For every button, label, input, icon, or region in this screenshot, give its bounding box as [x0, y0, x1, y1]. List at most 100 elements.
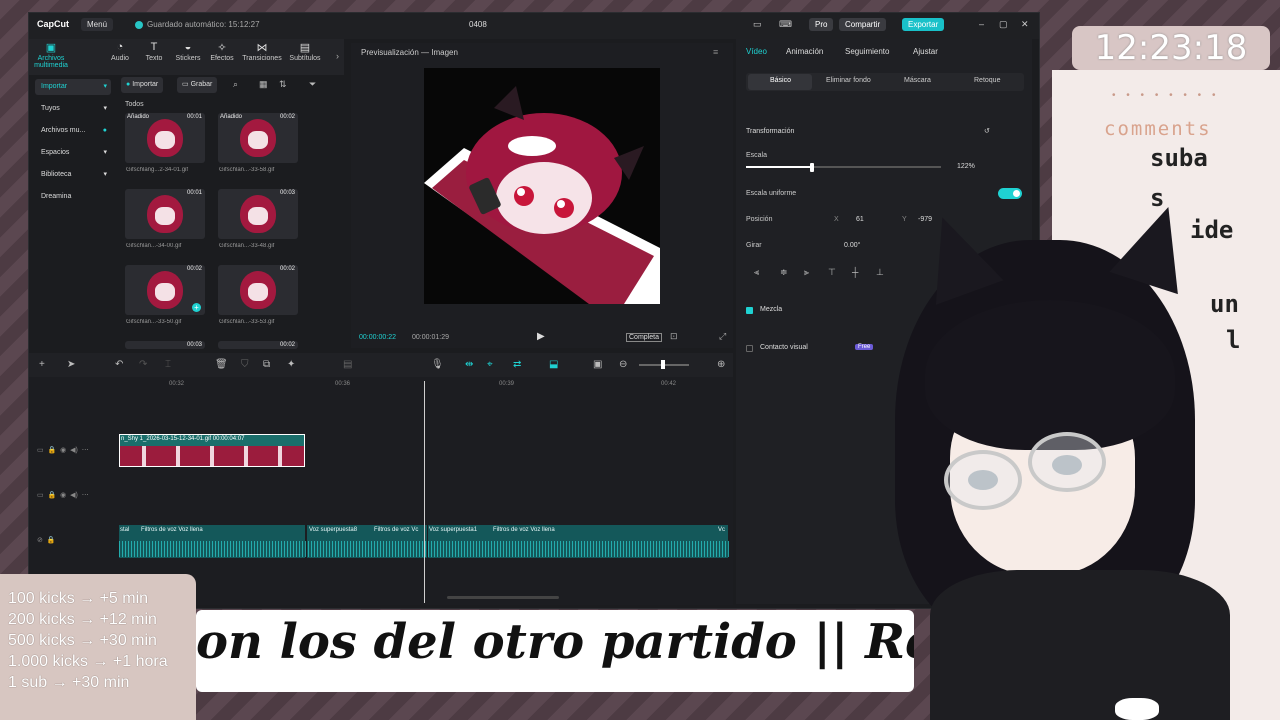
autosave-status: Guardado automático: 15:12:27: [147, 20, 260, 29]
blend-label[interactable]: Mezcla: [760, 306, 782, 313]
rotate-input[interactable]: 0.00°: [844, 242, 860, 249]
banner-text: on los del otro partido || Rea: [196, 614, 914, 670]
media-item[interactable]: Añadido 00:02: [218, 113, 298, 163]
align-center-icon[interactable]: ≑: [780, 267, 788, 278]
scale-value[interactable]: 122%: [957, 163, 975, 170]
caption-icon[interactable]: ▤: [343, 359, 352, 370]
chevron-down-icon: ▾: [103, 149, 107, 156]
export-button[interactable]: Exportar: [902, 18, 945, 31]
close-icon[interactable]: ✕: [1021, 19, 1029, 30]
fit-icon[interactable]: ⊡: [670, 331, 678, 342]
uniform-scale-toggle[interactable]: [998, 188, 1022, 199]
tool-text[interactable]: T Texto: [135, 41, 173, 62]
subtab-basic[interactable]: Básico: [770, 77, 791, 84]
track-controls[interactable]: ⊘ 🔒: [37, 536, 55, 544]
playhead[interactable]: [424, 381, 425, 603]
media-item[interactable]: 00:03: [125, 341, 205, 349]
menu-button[interactable]: Menú: [81, 18, 114, 31]
media-item[interactable]: 00:02: [218, 265, 298, 315]
aspect-ratio-select[interactable]: Completa: [626, 333, 662, 342]
split-icon[interactable]: ⌶: [165, 359, 171, 370]
pro-button[interactable]: Pro: [809, 18, 834, 31]
section-transform[interactable]: Transformación: [746, 128, 794, 135]
import-button[interactable]: ● Importar: [121, 77, 164, 93]
align-left-icon[interactable]: ⫷: [754, 267, 759, 278]
media-item[interactable]: Añadido 00:01: [125, 113, 205, 163]
select-tool-icon[interactable]: ➤: [67, 359, 75, 370]
media-item[interactable]: 00:03: [218, 189, 298, 239]
align-right-icon[interactable]: ⫸: [804, 267, 809, 278]
pos-x-input[interactable]: 61: [856, 216, 864, 223]
snap-icon[interactable]: ⇄: [513, 359, 521, 370]
chevron-right-icon[interactable]: ›: [336, 51, 339, 61]
sidebar-item-files[interactable]: Archivos mu... ●: [35, 123, 111, 139]
tool-media[interactable]: ▣ Archivos multimedia: [31, 41, 71, 69]
shield-icon[interactable]: ⛉: [241, 359, 249, 370]
add-track-icon[interactable]: +: [39, 359, 45, 370]
subtab-remove-bg[interactable]: Eliminar fondo: [826, 77, 871, 84]
layout-icon[interactable]: ▭: [753, 19, 762, 30]
media-category[interactable]: Todos: [125, 101, 144, 108]
tool-stickers[interactable]: ◒ Stickers: [169, 41, 207, 62]
tool-audio[interactable]: ◔ Audio: [101, 41, 139, 62]
zoom-slider-knob[interactable]: [661, 360, 665, 369]
grid-view-icon[interactable]: ▦: [259, 79, 268, 90]
sidebar-item-library[interactable]: Biblioteca ▾: [35, 167, 111, 183]
gif-face: [248, 283, 268, 301]
filter-icon[interactable]: ⏷: [309, 79, 316, 90]
media-item[interactable]: 00:02 +: [125, 265, 205, 315]
tab-animation[interactable]: Animación: [786, 47, 823, 56]
timeline-scrollbar[interactable]: [447, 596, 559, 599]
microphone-icon[interactable]: 🎙: [431, 359, 444, 370]
sort-icon[interactable]: ⇅: [279, 79, 287, 90]
project-title[interactable]: 0408: [469, 20, 487, 29]
visual-contact-checkbox[interactable]: [746, 345, 753, 352]
tool-transitions[interactable]: ⋈ Transiciones: [239, 41, 285, 62]
subtab-retouch[interactable]: Retoque: [974, 77, 1000, 84]
track-controls[interactable]: ▭ 🔒 ◉ ◀) ⋯: [37, 491, 89, 499]
subtab-mask[interactable]: Máscara: [904, 77, 931, 84]
zoom-fit-icon[interactable]: ▣: [593, 359, 602, 370]
undo-icon[interactable]: ↶: [115, 359, 123, 370]
align-middle-icon[interactable]: ┼: [852, 267, 858, 277]
tab-video[interactable]: Vídeo: [746, 47, 767, 56]
fullscreen-icon[interactable]: ⤢: [719, 331, 726, 342]
zoom-in-icon[interactable]: ⊕: [717, 359, 725, 370]
sidebar-item-spaces[interactable]: Espacios ▾: [35, 145, 111, 161]
blend-checkbox[interactable]: [746, 307, 753, 314]
maximize-icon[interactable]: ▢: [999, 19, 1008, 30]
tab-adjust[interactable]: Ajustar: [913, 47, 938, 56]
align-bottom-icon[interactable]: ⊥: [876, 267, 884, 278]
magic-icon[interactable]: ✦: [287, 359, 295, 370]
scale-slider-knob[interactable]: [810, 163, 815, 172]
free-badge: Free: [855, 344, 874, 350]
minimize-icon[interactable]: –: [979, 19, 984, 29]
reset-icon[interactable]: ↺: [984, 127, 990, 135]
play-icon[interactable]: ▶: [537, 331, 545, 342]
crop-icon[interactable]: ⧉: [263, 359, 270, 370]
sidebar-item-import[interactable]: Importar ▾: [35, 79, 111, 95]
delete-icon[interactable]: 🗑: [215, 359, 228, 370]
magnet-icon[interactable]: ⌖: [487, 359, 493, 370]
sidebar-item-dreamina[interactable]: Dreamina: [35, 189, 111, 205]
track-controls[interactable]: ▭ 🔒 ◉ ◀) ⋯: [37, 446, 89, 454]
preview-menu-icon[interactable]: ≡: [713, 47, 718, 57]
share-button[interactable]: Compartir: [839, 18, 887, 31]
redo-icon[interactable]: ↷: [139, 359, 147, 370]
tool-subtitles[interactable]: ▤ Subtítulos: [285, 41, 325, 62]
shortcut-icon[interactable]: ⌨: [779, 19, 792, 30]
media-item[interactable]: 00:02: [218, 341, 298, 349]
tab-tracking[interactable]: Seguimiento: [845, 47, 889, 56]
link-clips-icon[interactable]: ⇹: [465, 359, 473, 370]
visual-contact-label[interactable]: Contacto visual: [760, 344, 808, 351]
search-icon[interactable]: ⌕: [233, 79, 238, 90]
record-button[interactable]: ▭ Grabar: [177, 77, 218, 93]
preview-canvas[interactable]: [424, 68, 660, 304]
tool-effects[interactable]: ✧ Efectos: [203, 41, 241, 62]
add-to-timeline-icon[interactable]: +: [192, 303, 201, 312]
media-item[interactable]: 00:01: [125, 189, 205, 239]
preview-axis-icon[interactable]: ⬓: [549, 359, 558, 370]
zoom-out-icon[interactable]: ⊖: [619, 359, 627, 370]
sidebar-item-yours[interactable]: Tuyos ▾: [35, 101, 111, 117]
align-top-icon[interactable]: ⊤: [828, 267, 836, 278]
